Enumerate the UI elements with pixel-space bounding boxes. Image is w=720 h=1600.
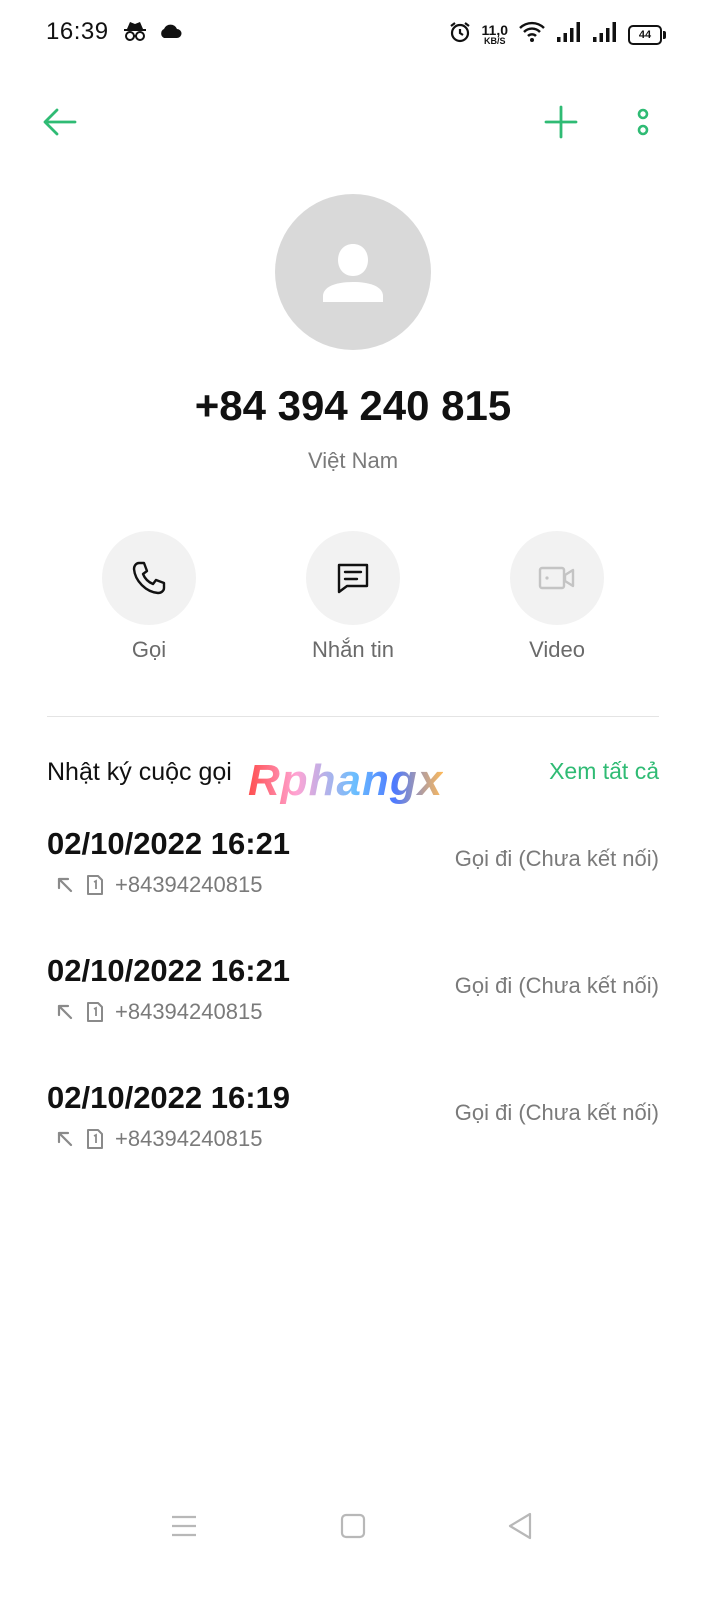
video-icon [538,566,575,590]
call-log-date: 02/10/2022 16:19 [47,1080,291,1115]
signal-icon-1 [556,21,582,48]
menu-icon [172,1515,196,1537]
message-icon [337,563,369,594]
call-log-details: +84394240815 [55,1126,262,1152]
status-left-icons [122,20,182,47]
contact-avatar[interactable] [275,194,431,350]
status-time: 16:39 [46,18,109,45]
contact-country: Việt Nam [307,448,399,473]
contact-phone-number: +84 394 240 815 [194,382,512,429]
sim-1-icon [87,1002,103,1022]
network-speed-unit: KB/S [484,35,506,46]
more-vertical-icon [637,108,649,136]
call-log-number: +84394240815 [115,999,263,1024]
sim-1-icon [87,875,103,895]
battery-indicator: 44 [628,24,666,45]
alarm-icon [448,20,472,49]
call-log-entry[interactable]: 02/10/2022 16:21 +84394240815 Gọi đi (Ch… [47,953,659,1063]
call-log-title: Nhật ký cuộc gọi [47,758,232,786]
outgoing-call-icon [57,1004,73,1020]
outgoing-call-icon [57,877,73,893]
message-label: Nhắn tin [312,637,394,662]
status-right: 11,0 KB/S 44 [448,20,666,49]
plus-icon [544,105,578,139]
call-label: Gọi [131,637,167,662]
outgoing-call-icon [57,1131,73,1147]
nav-back-button[interactable] [500,1508,540,1544]
more-options-button[interactable] [619,98,667,146]
incognito-icon [122,20,148,47]
nav-home-button[interactable] [333,1508,373,1544]
watermark: Rphangx [248,756,444,805]
message-button[interactable] [306,531,400,625]
divider [47,716,659,717]
back-triangle-icon [508,1512,532,1540]
call-log-status: Gọi đi (Chưa kết nối) [454,846,659,871]
see-all-link[interactable]: Xem tất cả [549,758,659,785]
video-label: Video [529,637,585,662]
call-log-details: +84394240815 [55,999,262,1025]
video-action[interactable]: Video [477,531,637,663]
call-log-number: +84394240815 [115,872,263,897]
home-square-icon [340,1513,366,1539]
arrow-left-icon [43,108,77,136]
call-action[interactable]: Gọi [69,531,229,663]
message-action[interactable]: Nhắn tin [273,531,433,663]
phone-icon [132,561,166,595]
call-log-entry[interactable]: 02/10/2022 16:21 +84394240815 Gọi đi (Ch… [47,826,659,936]
add-contact-button[interactable] [537,98,585,146]
call-log-status: Gọi đi (Chưa kết nối) [454,973,659,998]
call-button[interactable] [102,531,196,625]
call-log-date: 02/10/2022 16:21 [47,826,291,861]
sim-1-icon [87,1129,103,1149]
network-speed: 11,0 KB/S [481,21,508,46]
signal-icon-2 [592,21,618,48]
call-log-entry[interactable]: 02/10/2022 16:19 +84394240815 Gọi đi (Ch… [47,1080,659,1190]
nav-menu-button[interactable] [164,1508,204,1544]
call-log-details: +84394240815 [55,872,262,898]
call-log-status: Gọi đi (Chưa kết nối) [454,1100,659,1125]
call-log-date: 02/10/2022 16:21 [47,953,291,988]
person-icon [323,244,383,302]
video-button[interactable] [510,531,604,625]
back-button[interactable] [36,98,84,146]
wifi-icon [518,21,546,48]
network-speed-value: 11,0 [481,21,508,38]
cloud-icon [158,22,182,45]
call-log-number: +84394240815 [115,1126,263,1151]
